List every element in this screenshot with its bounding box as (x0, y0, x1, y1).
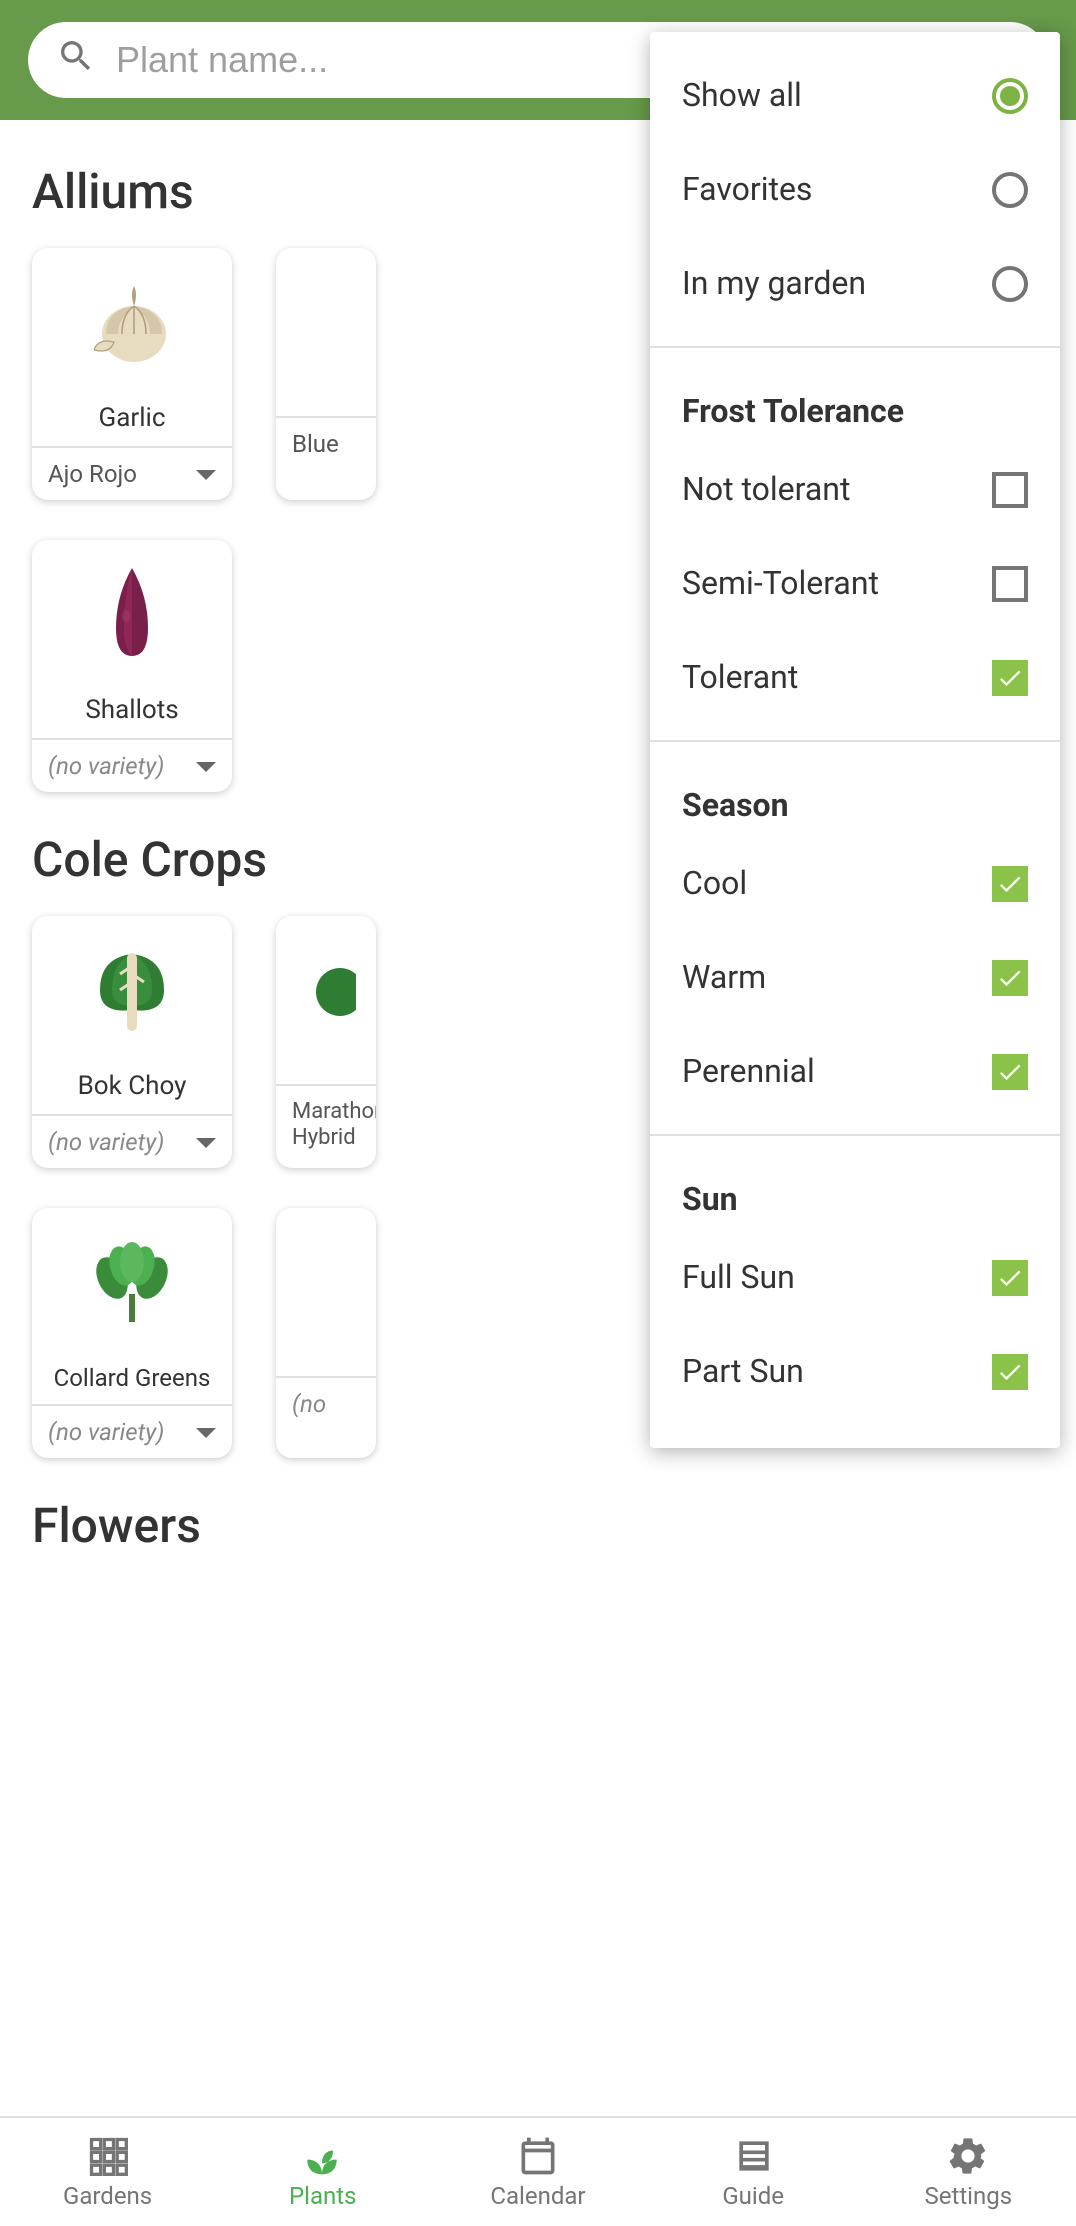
plant-icon (276, 916, 376, 1068)
variety-dropdown[interactable]: (no variety) (32, 1404, 232, 1458)
nav-guide[interactable]: Guide (646, 2118, 861, 2226)
filter-show-all[interactable]: Show all (650, 48, 1060, 142)
garlic-icon (32, 248, 232, 400)
plant-card-garlic[interactable]: Garlic Ajo Rojo (32, 248, 232, 500)
variety-dropdown[interactable]: (no variety) (32, 1114, 232, 1168)
nav-plants[interactable]: Plants (215, 2118, 430, 2226)
chevron-down-icon (196, 469, 216, 479)
plant-card-bokchoy[interactable]: Bok Choy (no variety) (32, 916, 232, 1168)
variety-dropdown[interactable]: Marathon Hybrid (276, 1084, 376, 1163)
filter-title-sun: Sun (650, 1152, 1060, 1230)
nav-calendar[interactable]: Calendar (430, 2118, 645, 2226)
filter-label: Semi-Tolerant (682, 564, 879, 602)
plant-name (276, 1068, 376, 1084)
filter-full-sun[interactable]: Full Sun (650, 1230, 1060, 1324)
variety-label: (no variety) (48, 1128, 164, 1156)
checkbox-icon (992, 1353, 1028, 1389)
chevron-down-icon (196, 1137, 216, 1147)
plant-name: Garlic (32, 400, 232, 446)
gear-icon (946, 2134, 990, 2178)
variety-label: (no (292, 1390, 326, 1418)
checkbox-icon (992, 865, 1028, 901)
radio-icon (992, 265, 1028, 301)
shallot-icon (32, 540, 232, 692)
filter-tolerant[interactable]: Tolerant (650, 630, 1060, 724)
plant-card-collard[interactable]: Collard Greens (no variety) (32, 1208, 232, 1458)
filter-label: Cool (682, 864, 747, 902)
nav-gardens[interactable]: Gardens (0, 2118, 215, 2226)
filter-in-garden[interactable]: In my garden (650, 236, 1060, 330)
checkbox-icon (992, 471, 1028, 507)
plant-name (276, 400, 376, 416)
filter-label: Favorites (682, 170, 812, 208)
variety-label: (no variety) (48, 1418, 164, 1446)
filter-warm[interactable]: Warm (650, 930, 1060, 1024)
search-icon (56, 36, 96, 84)
bokchoy-icon (32, 916, 232, 1068)
filter-panel: Show all Favorites In my garden Frost To… (650, 32, 1060, 1448)
nav-label: Plants (289, 2182, 357, 2210)
section-title-flowers: Flowers (32, 1498, 1044, 1554)
collard-icon (32, 1208, 232, 1360)
filter-label: Full Sun (682, 1258, 795, 1296)
filter-label: Tolerant (682, 658, 798, 696)
plant-icon (301, 2134, 345, 2178)
radio-icon (992, 77, 1028, 113)
filter-title-frost: Frost Tolerance (650, 364, 1060, 442)
filter-semi-tolerant[interactable]: Semi-Tolerant (650, 536, 1060, 630)
nav-label: Calendar (490, 2182, 585, 2210)
plant-name: Bok Choy (32, 1068, 232, 1114)
book-icon (731, 2134, 775, 2178)
plant-card-shallots[interactable]: Shallots (no variety) (32, 540, 232, 792)
calendar-icon (516, 2134, 560, 2178)
filter-label: Show all (682, 76, 802, 114)
variety-dropdown[interactable]: Ajo Rojo (32, 446, 232, 500)
variety-label: Ajo Rojo (48, 460, 137, 488)
filter-cool[interactable]: Cool (650, 836, 1060, 930)
checkbox-icon (992, 565, 1028, 601)
filter-label: Perennial (682, 1052, 815, 1090)
bottom-nav: Gardens Plants Calendar Guide Settings (0, 2116, 1076, 2226)
nav-label: Guide (722, 2182, 784, 2210)
plant-card-partial-2[interactable]: Marathon Hybrid (276, 916, 376, 1168)
filter-part-sun[interactable]: Part Sun (650, 1324, 1060, 1418)
filter-not-tolerant[interactable]: Not tolerant (650, 442, 1060, 536)
filter-perennial[interactable]: Perennial (650, 1024, 1060, 1118)
variety-label: Marathon Hybrid (292, 1098, 376, 1151)
nav-settings[interactable]: Settings (861, 2118, 1076, 2226)
variety-dropdown[interactable]: (no (276, 1376, 376, 1430)
plant-icon (276, 248, 376, 400)
nav-label: Settings (925, 2182, 1013, 2210)
plant-card-partial-1[interactable]: Blue (276, 248, 376, 500)
chevron-down-icon (196, 1427, 216, 1437)
variety-label: (no variety) (48, 752, 164, 780)
plant-icon (276, 1208, 376, 1360)
variety-dropdown[interactable]: Blue (276, 416, 376, 470)
chevron-down-icon (196, 761, 216, 771)
checkbox-icon (992, 959, 1028, 995)
plant-name: Collard Greens (32, 1360, 232, 1404)
filter-label: Warm (682, 958, 766, 996)
checkbox-icon (992, 659, 1028, 695)
variety-label: Blue (292, 430, 339, 458)
checkbox-icon (992, 1259, 1028, 1295)
filter-label: Part Sun (682, 1352, 804, 1390)
filter-title-season: Season (650, 758, 1060, 836)
plant-card-partial-3[interactable]: (no (276, 1208, 376, 1458)
filter-label: Shade (682, 1446, 771, 1448)
filter-label: Not tolerant (682, 470, 850, 508)
plant-name (276, 1360, 376, 1376)
plant-name: Shallots (32, 692, 232, 738)
variety-dropdown[interactable]: (no variety) (32, 738, 232, 792)
filter-favorites[interactable]: Favorites (650, 142, 1060, 236)
checkbox-icon (992, 1053, 1028, 1089)
checkbox-icon (992, 1447, 1028, 1448)
radio-icon (992, 171, 1028, 207)
filter-label: In my garden (682, 264, 866, 302)
filter-shade[interactable]: Shade (650, 1418, 1060, 1448)
grid-icon (86, 2134, 130, 2178)
nav-label: Gardens (63, 2182, 152, 2210)
